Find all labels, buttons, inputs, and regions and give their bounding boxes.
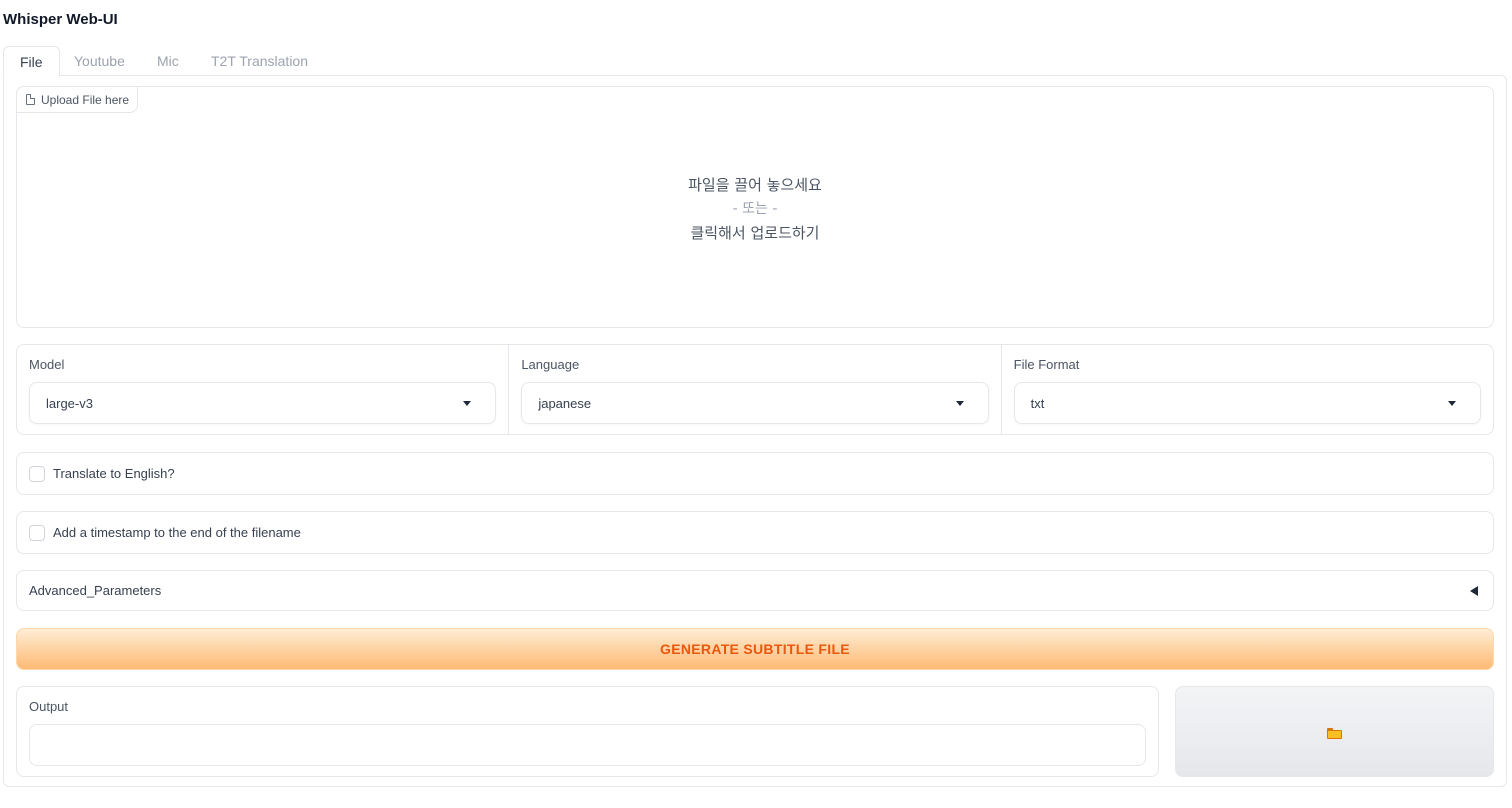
upload-chip-label: Upload File here	[41, 92, 130, 107]
timestamp-label: Add a timestamp to the end of the filena…	[53, 525, 301, 540]
generate-subtitle-button[interactable]: GENERATE SUBTITLE FILE	[16, 628, 1494, 670]
model-value: large-v3	[46, 395, 93, 411]
settings-row: Model large-v3 Language japanese File Fo…	[16, 344, 1494, 435]
click-upload-text: 클릭해서 업로드하기	[690, 224, 820, 242]
file-format-value: txt	[1030, 395, 1045, 411]
tab-youtube[interactable]: Youtube	[58, 46, 141, 76]
file-upload-dropzone[interactable]: Upload File here 파일을 끌어 놓으세요 - 또는 - 클릭해서…	[16, 86, 1494, 328]
language-value: japanese	[538, 395, 592, 411]
translate-option: Translate to English?	[16, 452, 1494, 495]
model-field: Model large-v3	[17, 345, 510, 434]
model-label: Model	[29, 357, 65, 372]
tab-bar: File Youtube Mic T2T Translation	[3, 46, 1507, 77]
timestamp-option: Add a timestamp to the end of the filena…	[16, 511, 1494, 554]
upload-instructions: 파일을 끌어 놓으세요 - 또는 - 클릭해서 업로드하기	[17, 173, 1493, 245]
output-field: Output	[16, 686, 1159, 777]
file-format-dropdown[interactable]: txt	[1013, 382, 1481, 424]
file-tab-panel: Upload File here 파일을 끌어 놓으세요 - 또는 - 클릭해서…	[3, 75, 1507, 787]
language-label: Language	[521, 357, 580, 372]
translate-label: Translate to English?	[53, 466, 175, 481]
chevron-down-icon	[955, 401, 964, 406]
tab-mic[interactable]: Mic	[141, 46, 195, 76]
language-field: Language japanese	[509, 345, 1002, 434]
collapse-arrow-icon	[1470, 586, 1478, 596]
timestamp-checkbox[interactable]	[29, 524, 45, 541]
model-dropdown[interactable]: large-v3	[29, 382, 497, 424]
tab-file[interactable]: File	[3, 46, 60, 77]
file-format-field: File Format txt	[1002, 345, 1493, 434]
or-text: - 또는 -	[732, 201, 778, 217]
output-label: Output	[29, 699, 69, 714]
chevron-down-icon	[1447, 401, 1456, 406]
language-dropdown[interactable]: japanese	[521, 382, 989, 424]
chevron-down-icon	[463, 401, 472, 406]
advanced-parameters-label: Advanced_Parameters	[29, 583, 162, 598]
output-textbox[interactable]	[29, 724, 1146, 766]
folder-icon	[1327, 728, 1342, 739]
app-title: Whisper Web-UI	[3, 11, 118, 28]
drop-text: 파일을 끌어 놓으세요	[688, 176, 822, 194]
file-format-label: File Format	[1013, 357, 1080, 372]
open-folder-button[interactable]	[1175, 686, 1494, 777]
tab-t2t-translation[interactable]: T2T Translation	[195, 46, 324, 76]
advanced-parameters-accordion[interactable]: Advanced_Parameters	[16, 570, 1494, 611]
upload-label-chip: Upload File here	[16, 86, 139, 113]
translate-checkbox[interactable]	[29, 465, 45, 482]
file-icon	[26, 94, 35, 105]
